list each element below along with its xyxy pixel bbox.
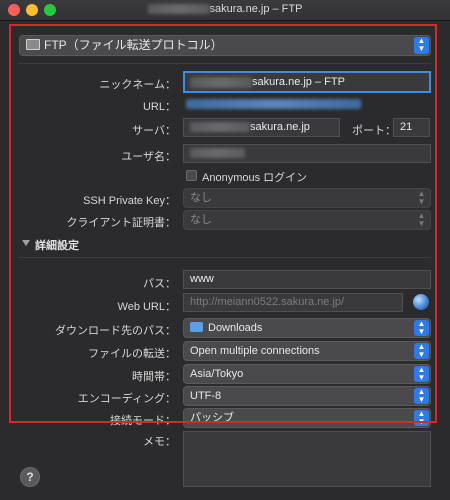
window-titlebar: sakura.ne.jp – FTP (0, 0, 450, 21)
notes-textarea[interactable] (183, 431, 431, 487)
redacted-title-prefix (147, 4, 210, 15)
window-title-text: sakura.ne.jp – FTP (209, 3, 303, 15)
help-button[interactable]: ? (20, 467, 40, 487)
highlight-frame (9, 24, 437, 423)
notes-label: メモ： (143, 436, 176, 448)
window-title: sakura.ne.jp – FTP (0, 3, 450, 15)
